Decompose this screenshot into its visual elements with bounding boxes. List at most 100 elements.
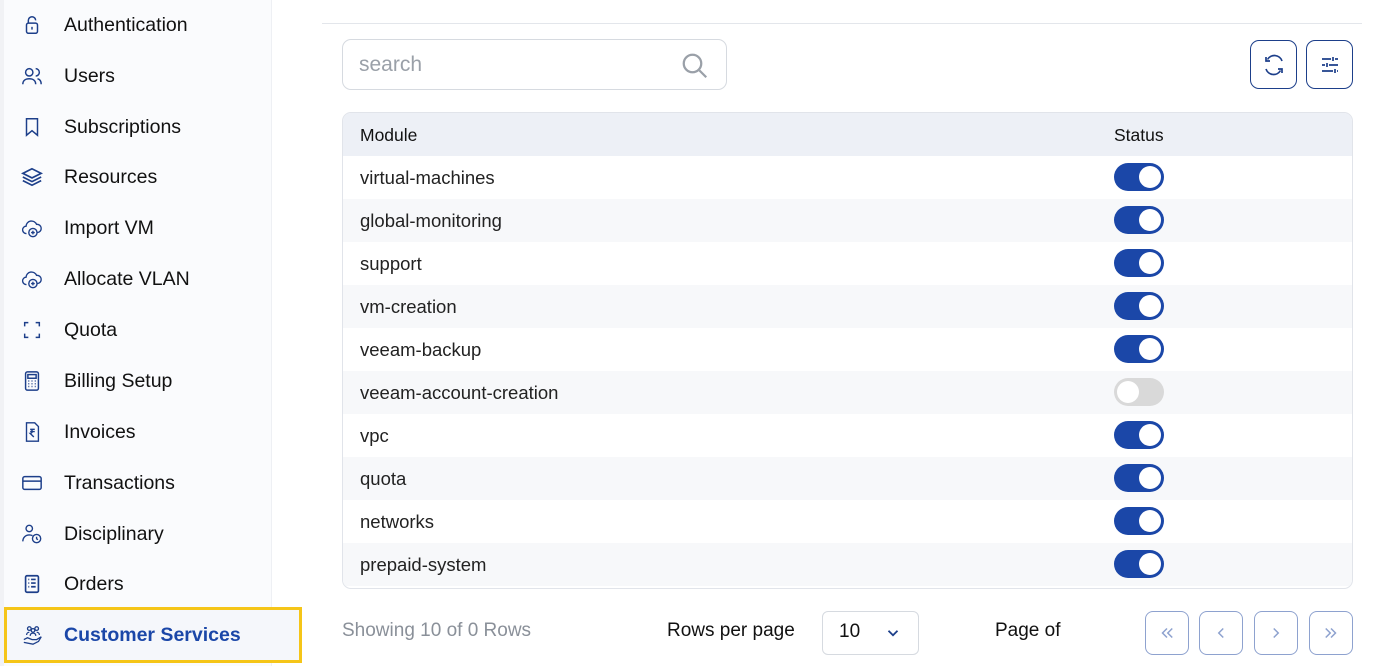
column-header-module[interactable]: Module: [360, 125, 417, 146]
module-name: support: [360, 253, 422, 274]
sidebar-item-customer-services[interactable]: Customer Services: [4, 607, 302, 663]
sidebar-item-label: Import VM: [64, 216, 154, 239]
search-icon[interactable]: [680, 51, 710, 81]
card-icon: [20, 471, 44, 495]
next-page-button[interactable]: [1254, 611, 1298, 655]
sidebar-item-billing-setup[interactable]: Billing Setup: [4, 357, 272, 405]
module-name: vpc: [360, 425, 389, 446]
rows-summary: Showing 10 of 0 Rows: [342, 620, 532, 641]
sidebar-item-label: Customer Services: [64, 623, 241, 646]
sidebar-item-users[interactable]: Users: [4, 52, 272, 100]
sidebar-item-label: Subscriptions: [64, 115, 182, 138]
first-page-button[interactable]: [1145, 611, 1189, 655]
toggle-knob: [1139, 252, 1161, 274]
toggle-knob: [1139, 553, 1161, 575]
status-toggle[interactable]: [1114, 335, 1164, 363]
status-toggle[interactable]: [1114, 421, 1164, 449]
toggle-knob: [1139, 295, 1161, 317]
modules-table: Module Status virtual-machines global-mon…: [342, 112, 1353, 589]
chevron-right-icon: [1267, 624, 1285, 642]
double-chevron-left-icon: [1158, 624, 1176, 642]
table-row: veeam-backup: [343, 328, 1352, 371]
sidebar-item-label: Resources: [64, 165, 158, 188]
sidebar-item-label: Billing Setup: [64, 369, 173, 392]
previous-page-button[interactable]: [1199, 611, 1243, 655]
table-row: vm-creation: [343, 285, 1352, 328]
module-name: veeam-backup: [360, 339, 482, 360]
sidebar-item-transactions[interactable]: Transactions: [4, 459, 272, 507]
status-toggle[interactable]: [1114, 507, 1164, 535]
status-toggle[interactable]: [1114, 378, 1164, 406]
lock-icon: [20, 13, 44, 37]
users-icon: [20, 64, 44, 88]
status-toggle[interactable]: [1114, 292, 1164, 320]
table-row: prepaid-system: [343, 543, 1352, 586]
frame-icon: [20, 318, 44, 342]
sidebar-item-quota[interactable]: Quota: [4, 306, 272, 354]
status-toggle[interactable]: [1114, 464, 1164, 492]
column-header-status[interactable]: Status: [1114, 125, 1164, 146]
sidebar: Authentication Users Subscriptions Resou…: [0, 0, 302, 666]
sidebar-item-label: Transactions: [64, 471, 175, 494]
sidebar-item-orders[interactable]: Orders: [4, 560, 272, 608]
table-row: vpc: [343, 414, 1352, 457]
table-row: global-monitoring: [343, 199, 1352, 242]
table-row: networks: [343, 500, 1352, 543]
cloud-add-icon: [20, 216, 44, 240]
refresh-button[interactable]: [1250, 40, 1297, 89]
sidebar-item-authentication[interactable]: Authentication: [4, 1, 272, 49]
status-toggle[interactable]: [1114, 550, 1164, 578]
chevron-left-icon: [1212, 624, 1230, 642]
toggle-knob: [1139, 510, 1161, 532]
rows-per-page-label: Rows per page: [667, 620, 795, 641]
customer-hand-icon: [21, 623, 45, 647]
sidebar-item-disciplinary[interactable]: Disciplinary: [4, 510, 272, 558]
filter-settings-button[interactable]: [1306, 40, 1353, 89]
cloud-add-icon: [20, 267, 44, 291]
double-chevron-right-icon: [1322, 624, 1340, 642]
sidebar-item-label: Orders: [64, 572, 124, 595]
status-toggle[interactable]: [1114, 206, 1164, 234]
sidebar-item-label: Quota: [64, 318, 118, 341]
calculator-icon: [20, 369, 44, 393]
sidebar-item-subscriptions[interactable]: Subscriptions: [4, 103, 272, 151]
toggle-knob: [1139, 209, 1161, 231]
toggle-knob: [1139, 467, 1161, 489]
sidebar-item-label: Users: [64, 64, 115, 87]
sidebar-item-label: Allocate VLAN: [64, 267, 190, 290]
rows-per-page-value: 10: [839, 621, 861, 642]
table-row: quota: [343, 457, 1352, 500]
sidebar-item-allocate-vlan[interactable]: Allocate VLAN: [4, 255, 272, 303]
toggle-knob: [1139, 338, 1161, 360]
status-toggle[interactable]: [1114, 249, 1164, 277]
module-name: quota: [360, 468, 407, 489]
module-name: virtual-machines: [360, 167, 495, 188]
search-input[interactable]: [359, 50, 669, 80]
module-name: prepaid-system: [360, 554, 487, 575]
last-page-button[interactable]: [1309, 611, 1353, 655]
sidebar-item-label: Invoices: [64, 420, 136, 443]
module-name: veeam-account-creation: [360, 382, 559, 403]
rupee-document-icon: [20, 420, 44, 444]
module-name: networks: [360, 511, 435, 532]
sidebar-item-label: Disciplinary: [64, 522, 164, 545]
toggle-knob: [1139, 424, 1161, 446]
sidebar-item-resources[interactable]: Resources: [4, 153, 272, 201]
sidebar-item-import-vm[interactable]: Import VM: [4, 204, 272, 252]
sidebar-item-label: Authentication: [64, 13, 188, 36]
rows-per-page-select[interactable]: 10: [822, 611, 919, 655]
divider: [322, 23, 1362, 24]
table-row: virtual-machines: [343, 156, 1352, 199]
receipt-icon: [20, 572, 44, 596]
table-header: Module Status: [343, 113, 1352, 156]
table-row: veeam-account-creation: [343, 371, 1352, 414]
bookmark-icon: [20, 115, 44, 139]
sidebar-item-invoices[interactable]: Invoices: [4, 408, 272, 456]
status-toggle[interactable]: [1114, 163, 1164, 191]
search-box[interactable]: [342, 39, 727, 90]
layers-icon: [20, 165, 44, 189]
table-row: support: [343, 242, 1352, 285]
module-name: vm-creation: [360, 296, 457, 317]
toggle-knob: [1139, 166, 1161, 188]
refresh-icon: [1262, 53, 1286, 77]
